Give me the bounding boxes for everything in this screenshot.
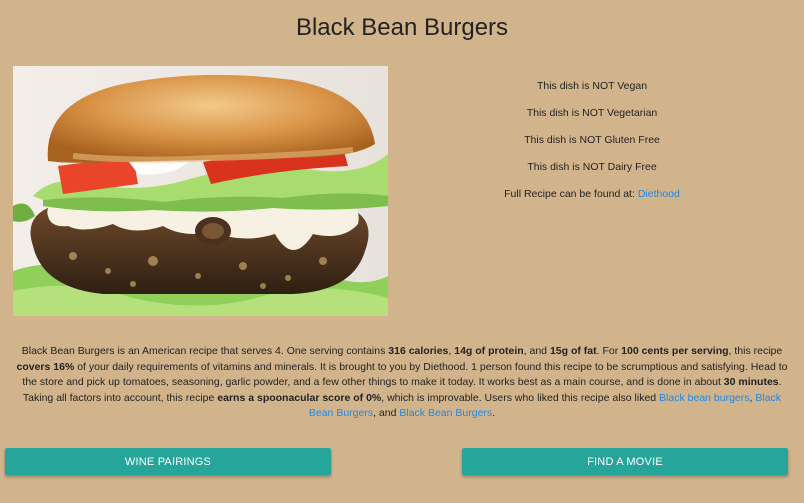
calories-value: 316 calories <box>388 345 449 357</box>
dairy-free-status: This dish is NOT Dairy Free <box>527 161 657 173</box>
fat-value: 15g of fat <box>549 345 597 357</box>
summary-text: of your daily requirements of vitamins a… <box>22 360 788 389</box>
summary-text: , this recipe <box>728 345 783 357</box>
dish-photo <box>13 66 388 316</box>
similar-recipe-link-3[interactable]: Black Bean Burgers <box>399 407 492 419</box>
summary-text: . <box>492 407 496 419</box>
page-title: Black Bean Burgers <box>295 14 509 41</box>
similar-recipe-link-1[interactable]: Black bean burgers <box>659 392 749 404</box>
find-a-movie-button[interactable]: FIND A MOVIE <box>462 448 788 475</box>
vegan-status: This dish is NOT Vegan <box>536 80 648 92</box>
summary-separator: , and <box>523 345 550 357</box>
score-value: earns a spoonacular score of 0% <box>217 391 382 404</box>
recipe-summary: Black Bean Burgers is an American recipe… <box>12 344 792 422</box>
full-recipe-line: Full Recipe can be found at: Diethood <box>400 188 784 215</box>
summary-text: Black Bean Burgers is an American recipe… <box>21 345 389 357</box>
vegetarian-status: This dish is NOT Vegetarian <box>526 107 658 119</box>
burger-image <box>13 66 388 316</box>
summary-text: , which is improvable. Users who liked t… <box>381 391 660 404</box>
time-value: 30 minutes <box>723 376 779 388</box>
full-recipe-label: Full Recipe can be found at: <box>504 188 635 200</box>
cost-value: 100 cents per serving <box>621 345 729 357</box>
coverage-value: covers 16% <box>16 360 75 373</box>
gluten-free-status: This dish is NOT Gluten Free <box>524 134 660 146</box>
summary-text: . For <box>596 345 622 357</box>
wine-pairings-button[interactable]: WINE PAIRINGS <box>5 448 331 475</box>
protein-value: 14g of protein <box>454 345 524 357</box>
summary-separator: , and <box>373 407 400 419</box>
source-link[interactable]: Diethood <box>638 188 680 200</box>
diet-info-panel: This dish is NOT Vegan This dish is NOT … <box>400 80 784 215</box>
